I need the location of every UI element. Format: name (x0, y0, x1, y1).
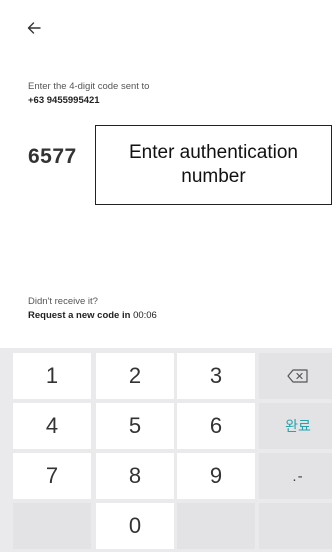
key-4[interactable]: 4 (13, 403, 91, 449)
key-0[interactable]: 0 (96, 503, 174, 549)
back-button[interactable] (22, 18, 46, 42)
key-6[interactable]: 6 (177, 403, 255, 449)
back-arrow-icon (26, 20, 42, 41)
annotation-callout: Enter authentication number (95, 125, 332, 205)
blank-key-right (259, 503, 332, 549)
phone-number: +63 9455995421 (28, 95, 100, 106)
key-5[interactable]: 5 (96, 403, 174, 449)
punctuation-label: .- (292, 467, 304, 485)
done-key[interactable]: 완료 (259, 403, 332, 449)
resend-link[interactable]: Request a new code in 00:06 (28, 310, 157, 321)
key-8[interactable]: 8 (96, 453, 174, 499)
code-prompt: Enter the 4-digit code sent to (28, 81, 150, 92)
blank-key-mid (177, 503, 255, 549)
key-7[interactable]: 7 (13, 453, 91, 499)
code-input[interactable]: 6577 (28, 145, 77, 169)
resend-timer: 00:06 (133, 310, 157, 321)
key-9[interactable]: 9 (177, 453, 255, 499)
resend-prefix: Request a new code in (28, 310, 134, 321)
numeric-keypad: 1 2 3 4 5 6 완료 7 8 9 .- 0 (0, 348, 332, 552)
done-label: 완료 (285, 418, 311, 434)
backspace-icon (287, 363, 309, 389)
punctuation-key[interactable]: .- (259, 453, 332, 499)
resend-question: Didn't receive it? (28, 296, 98, 307)
key-2[interactable]: 2 (96, 353, 174, 399)
key-1[interactable]: 1 (13, 353, 91, 399)
blank-key-left (13, 503, 91, 549)
backspace-key[interactable] (259, 353, 332, 399)
key-3[interactable]: 3 (177, 353, 255, 399)
